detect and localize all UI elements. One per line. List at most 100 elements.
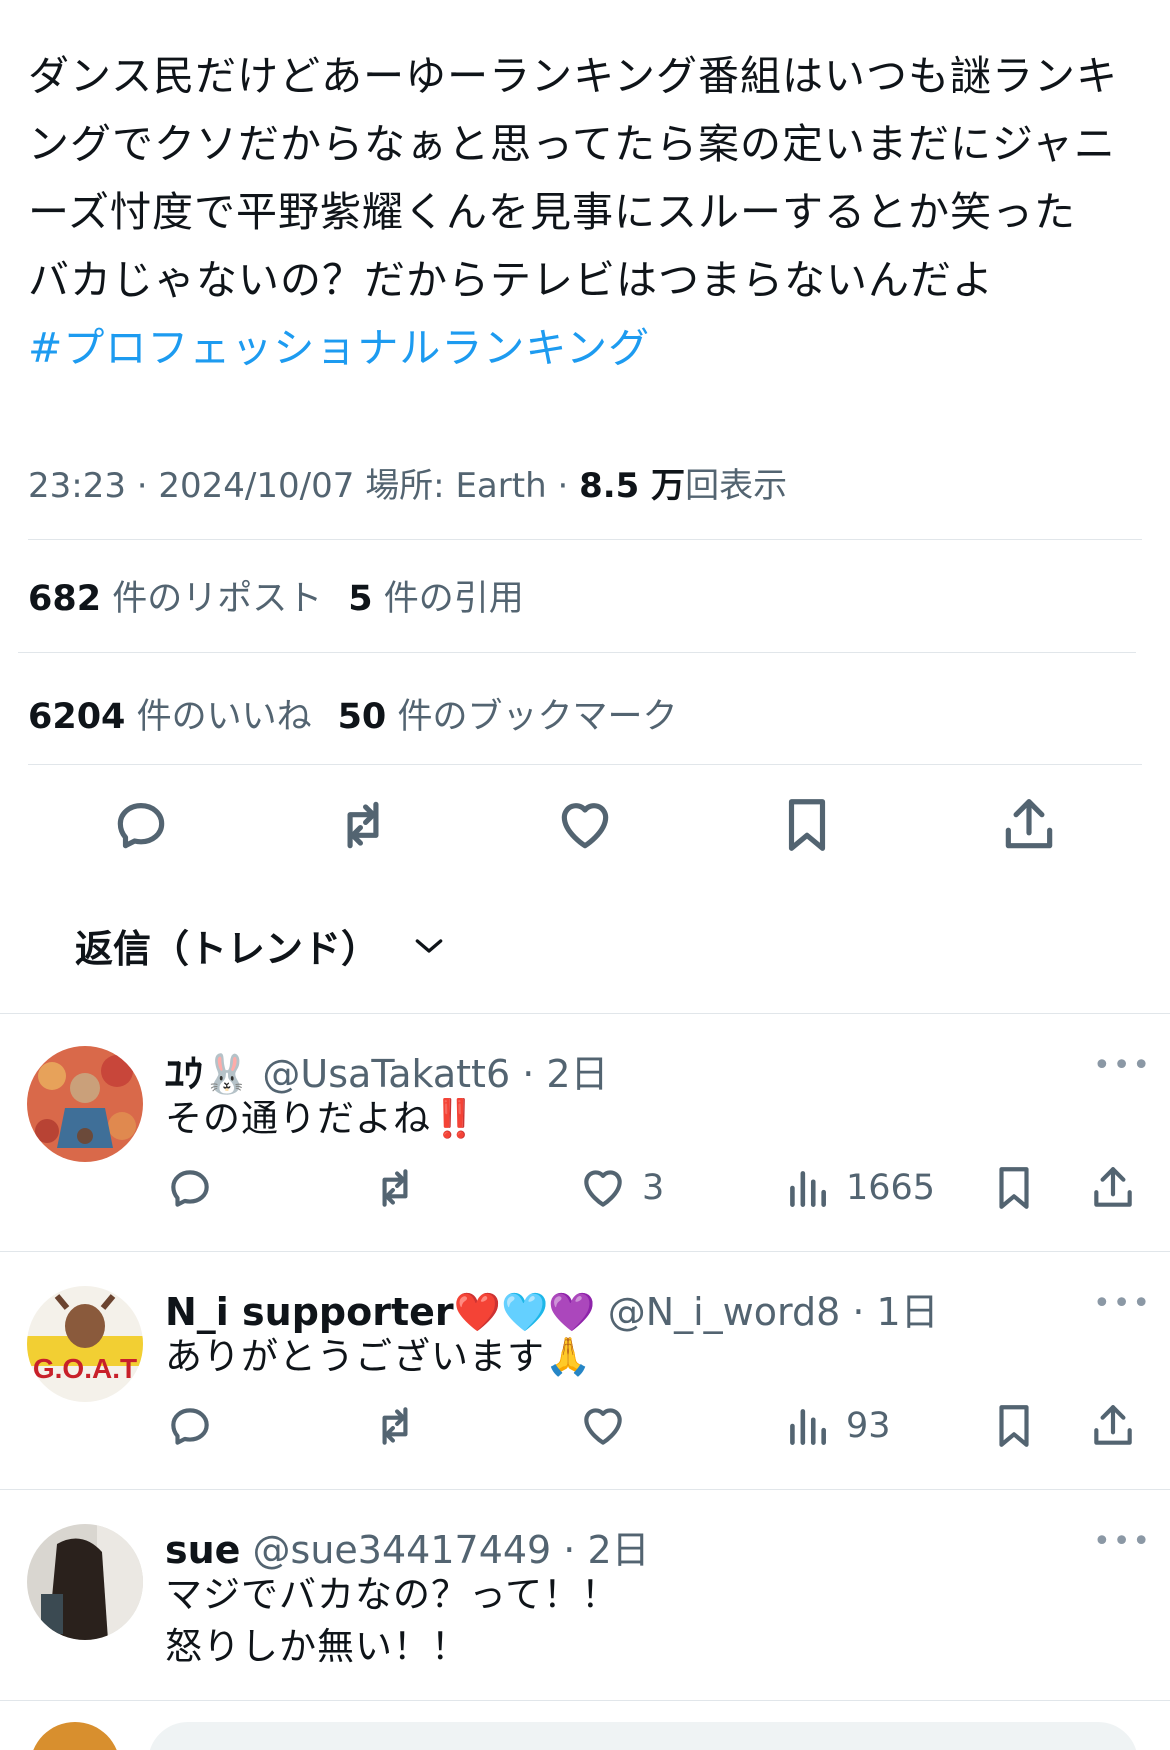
views-button[interactable]: 1665 xyxy=(782,1160,935,1216)
reply-author-name[interactable]: N_i supporter❤️🩵💜 xyxy=(165,1290,596,1334)
like-button[interactable] xyxy=(550,790,620,860)
repost-icon xyxy=(347,801,379,849)
avatar[interactable] xyxy=(27,1046,143,1162)
reply-header: sue @sue34417449 · 2日 xyxy=(165,1519,650,1574)
quote-label[interactable]: 件の引用 xyxy=(384,579,524,619)
reply-action-bar: 93 xyxy=(0,1398,1170,1454)
divider xyxy=(18,652,1136,653)
bookmark-icon xyxy=(999,1405,1029,1447)
like-button[interactable] xyxy=(578,1398,628,1454)
goat-avatar-icon: G.O.A.T xyxy=(27,1286,143,1402)
like-label: 件のいいね xyxy=(136,697,312,737)
share-icon xyxy=(1005,799,1053,849)
tweet-line: ングでクソだからなぁと思ってたら案の定いまだにジャニ xyxy=(28,120,1116,168)
reply-icon xyxy=(171,1170,209,1207)
views-chart-icon xyxy=(790,1409,826,1445)
reply-action-bar: 3 1665 xyxy=(0,1160,1170,1216)
bookmark-button[interactable] xyxy=(989,1398,1039,1454)
reply-compose-input[interactable] xyxy=(148,1722,1138,1750)
like-stats[interactable]: 6204 件のいいね 50 件のブックマーク xyxy=(28,688,677,739)
tweet-location: 場所: Earth xyxy=(365,466,547,506)
meta-separator: · xyxy=(557,466,569,506)
repost-label: 件のリポスト xyxy=(112,579,323,619)
reply-item[interactable]: sue @sue34417449 · 2日 ••• マジでバカなの？って！！ 怒… xyxy=(0,1489,1170,1700)
avatar[interactable]: G.O.A.T xyxy=(27,1286,143,1402)
reply-item[interactable]: ﾕｳ🐰 @UsaTakatt6 · 2日 ••• その通りだよね‼️ 3 166… xyxy=(0,1013,1170,1251)
reply-line: 怒りしか無い！！ xyxy=(165,1625,469,1668)
like-count: 3 xyxy=(642,1168,665,1208)
divider xyxy=(0,1700,1170,1701)
svg-text:G.O.A.T: G.O.A.T xyxy=(33,1353,137,1384)
reply-line: その通りだよね‼️ xyxy=(165,1097,479,1140)
heart-icon xyxy=(561,803,609,849)
replies-sort-dropdown[interactable]: 返信（トレンド） xyxy=(75,918,449,973)
like-button[interactable]: 3 xyxy=(578,1160,664,1216)
reply-button[interactable] xyxy=(165,1398,215,1454)
divider xyxy=(28,764,1142,765)
reply-author-name[interactable]: sue xyxy=(165,1528,240,1572)
tweet-timestamp[interactable]: 23:23 · 2024/10/07 xyxy=(28,466,354,506)
quote-count: 5 xyxy=(348,579,373,619)
bookmark-icon xyxy=(788,799,826,851)
hashtag-link[interactable]: #プロフェッショナルランキング xyxy=(28,314,1138,382)
repost-button[interactable] xyxy=(328,790,398,860)
tweet-line: ーズ忖度で平野紫耀くんを見事にスルーするとか笑った xyxy=(28,188,1076,236)
views-chart-icon xyxy=(790,1171,826,1207)
tweet-line: バカじゃないの？だからテレビはつまらないんだよ xyxy=(28,256,994,304)
tweet-meta: 23:23 · 2024/10/07 場所: Earth · 8.5 万回表示 xyxy=(28,458,787,507)
more-options-icon[interactable]: ••• xyxy=(1093,1048,1152,1083)
more-options-icon[interactable]: ••• xyxy=(1093,1524,1152,1559)
reply-author-name[interactable]: ﾕｳ🐰 xyxy=(165,1052,250,1096)
bookmark-label[interactable]: 件のブックマーク xyxy=(397,697,677,737)
views-button[interactable]: 93 xyxy=(782,1398,891,1454)
replies-sort-label: 返信（トレンド） xyxy=(75,927,380,971)
heart-icon xyxy=(584,1408,622,1445)
view-count: 1665 xyxy=(846,1168,936,1208)
current-user-avatar[interactable] xyxy=(30,1722,120,1750)
repost-icon xyxy=(382,1169,408,1207)
repost-button[interactable] xyxy=(370,1160,420,1216)
like-count: 6204 xyxy=(28,697,126,737)
compose-bar xyxy=(0,1700,1170,1750)
reply-icon xyxy=(117,803,165,849)
share-button[interactable] xyxy=(1088,1398,1138,1454)
repost-icon xyxy=(382,1407,408,1445)
more-options-icon[interactable]: ••• xyxy=(1093,1286,1152,1321)
reply-item[interactable]: G.O.A.T N_i supporter❤️🩵💜 @N_i_word8 · 1… xyxy=(0,1251,1170,1489)
reply-icon xyxy=(171,1408,209,1445)
share-icon xyxy=(1094,1167,1132,1207)
reply-button[interactable] xyxy=(106,790,176,860)
reply-author-handle[interactable]: @UsaTakatt6 · 2日 xyxy=(262,1052,608,1096)
repost-count: 682 xyxy=(28,579,102,619)
share-button[interactable] xyxy=(994,790,1064,860)
reply-header: ﾕｳ🐰 @UsaTakatt6 · 2日 xyxy=(165,1043,609,1098)
bookmark-icon xyxy=(999,1167,1029,1209)
tweet-action-bar xyxy=(0,790,1170,868)
share-button[interactable] xyxy=(1088,1160,1138,1216)
tweet-line: ダンス民だけどあーゆーランキング番組はいつも謎ランキ xyxy=(28,52,1118,100)
reply-author-handle[interactable]: @sue34417449 · 2日 xyxy=(253,1528,650,1572)
view-label: 回表示 xyxy=(685,466,788,506)
reply-line: マジでバカなの？って！！ xyxy=(165,1573,620,1616)
reply-author-handle[interactable]: @N_i_word8 · 1日 xyxy=(608,1290,939,1334)
chevron-down-icon xyxy=(415,938,443,953)
reply-header: N_i supporter❤️🩵💜 @N_i_word8 · 1日 xyxy=(165,1281,939,1336)
repost-button[interactable] xyxy=(370,1398,420,1454)
bookmark-count: 50 xyxy=(337,697,387,737)
divider xyxy=(28,539,1142,540)
repost-stats[interactable]: 682 件のリポスト 5 件の引用 xyxy=(28,570,524,621)
bookmark-button[interactable] xyxy=(772,790,842,860)
avatar-image-icon xyxy=(27,1524,143,1640)
reply-text: マジでバカなの？って！！ 怒りしか無い！！ xyxy=(165,1569,619,1673)
share-icon xyxy=(1094,1405,1132,1445)
reply-button[interactable] xyxy=(165,1160,215,1216)
reply-text: ありがとうございます🙏 xyxy=(165,1331,592,1383)
avatar[interactable] xyxy=(27,1524,143,1640)
view-count: 93 xyxy=(846,1406,891,1446)
tweet-text: ダンス民だけどあーゆーランキング番組はいつも謎ランキ ングでクソだからなぁと思っ… xyxy=(28,42,1138,382)
heart-icon xyxy=(584,1170,622,1207)
reply-line: ありがとうございます🙏 xyxy=(165,1335,593,1378)
reply-text: その通りだよね‼️ xyxy=(165,1093,478,1145)
avatar-image-icon xyxy=(27,1046,143,1162)
bookmark-button[interactable] xyxy=(989,1160,1039,1216)
